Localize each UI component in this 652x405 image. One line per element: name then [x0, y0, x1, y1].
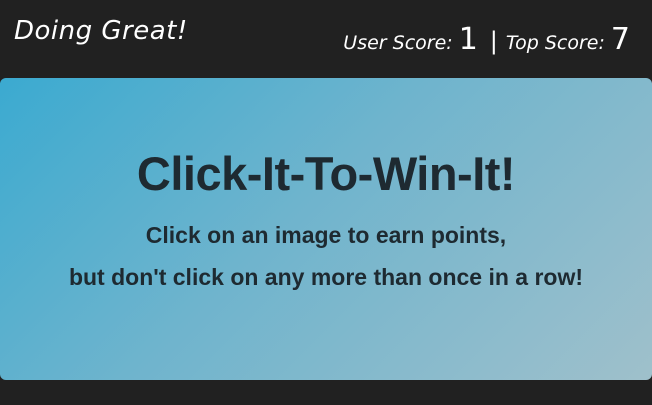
score-separator: |	[489, 27, 498, 55]
user-score-value: 1	[458, 22, 478, 57]
game-title: Click-It-To-Win-It!	[136, 147, 516, 200]
jumbotron-banner: Click-It-To-Win-It! Click on an image to…	[0, 78, 652, 380]
status-message: Doing Great!	[14, 16, 188, 46]
instructions-line-2: but don't click on any more than once in…	[68, 264, 584, 290]
top-score-value: 7	[610, 22, 630, 57]
instructions-line-1: Click on an image to earn points,	[145, 222, 507, 248]
page-background-strip	[0, 380, 652, 405]
navbar: Doing Great! User Score: 1 | Top Score: …	[0, 0, 652, 78]
score-display: User Score: 1 | Top Score: 7	[343, 22, 630, 57]
user-score-label: User Score:	[343, 32, 453, 54]
top-score-label: Top Score:	[505, 32, 605, 54]
